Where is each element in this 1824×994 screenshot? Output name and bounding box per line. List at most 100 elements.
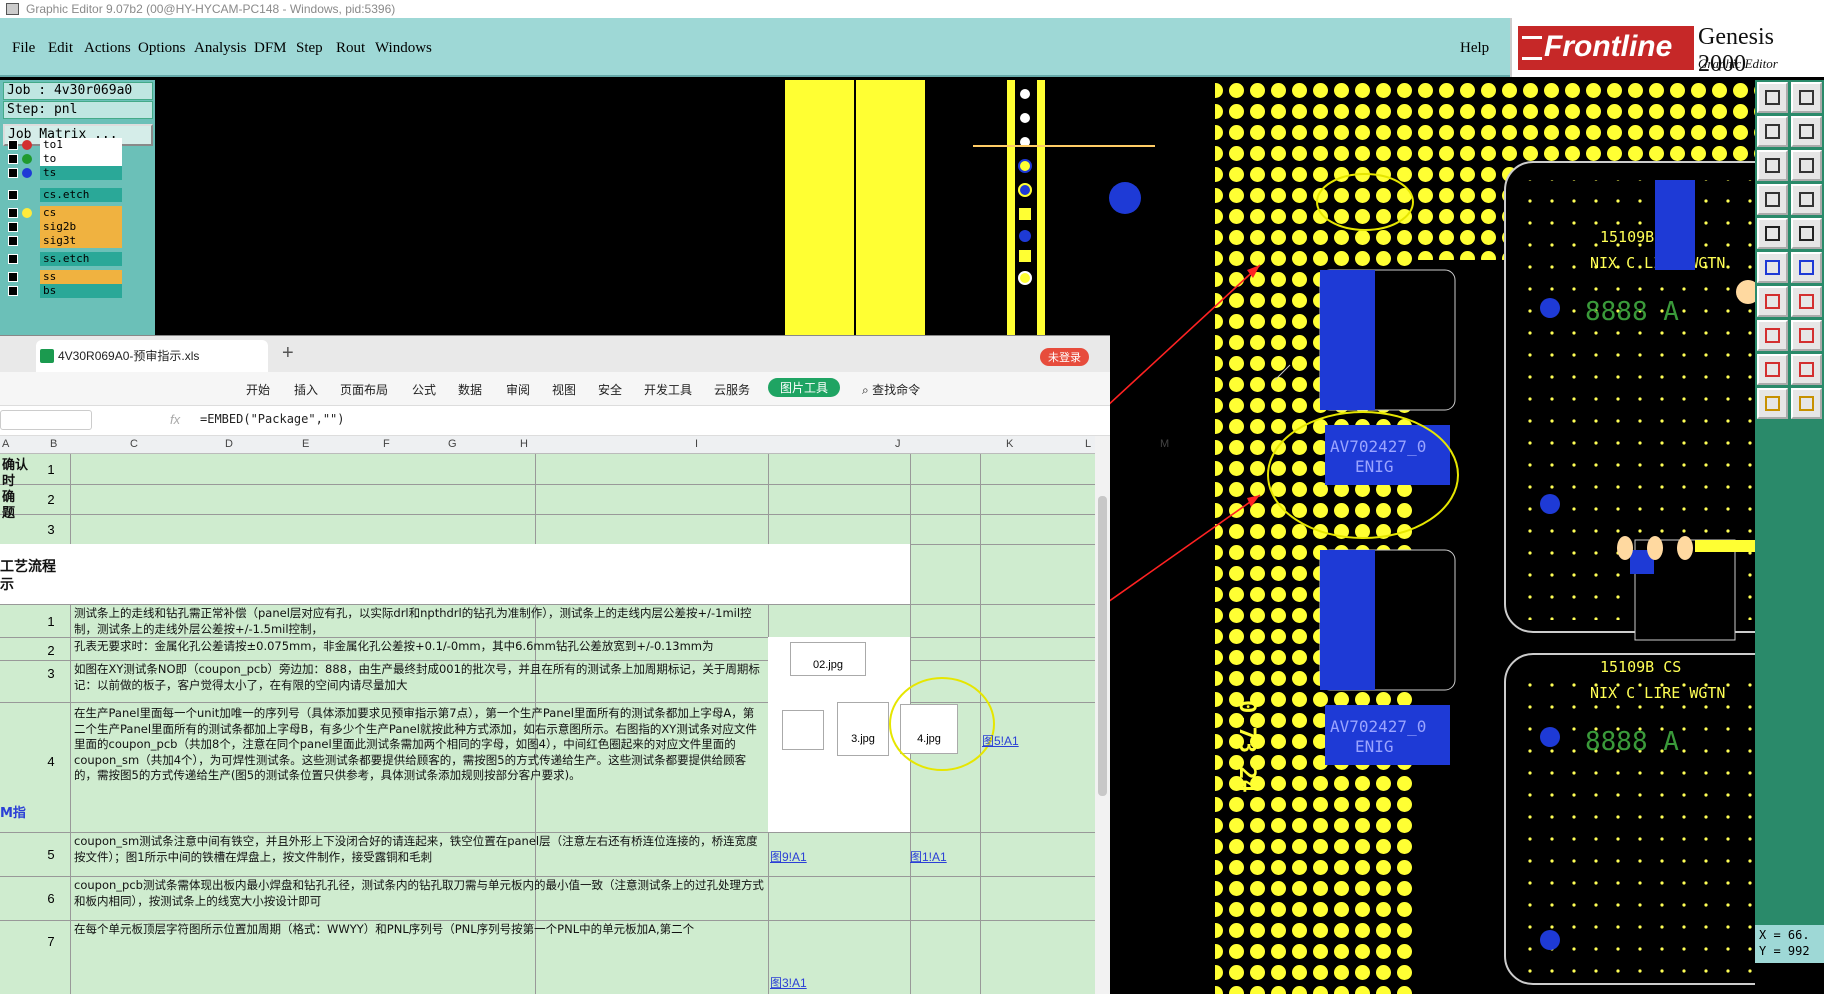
tool-button[interactable]	[1791, 388, 1822, 419]
layer-row-ts[interactable]: ts	[6, 166, 122, 180]
menu-windows[interactable]: Windows	[375, 40, 432, 57]
ribbon-cloud[interactable]: 云服务	[714, 381, 750, 398]
tool-button[interactable]	[1791, 150, 1822, 181]
menu-analysis[interactable]: Analysis	[194, 40, 247, 57]
layer-checkbox[interactable]	[8, 190, 18, 200]
row-number[interactable]: 1	[36, 614, 66, 629]
sheet-grid[interactable]: 确认时确题 工艺流程示 M指 1 2 3 1 测试条上的走线和钻孔需正常补偿（panel…	[0, 454, 1095, 994]
col-header-K[interactable]: K	[1006, 438, 1013, 450]
tool-button[interactable]	[1757, 286, 1788, 317]
col-header-D[interactable]: D	[225, 438, 233, 450]
layer-row-ss-etch[interactable]: ss.etch	[6, 252, 122, 266]
tool-button[interactable]	[1757, 354, 1788, 385]
tool-button[interactable]	[1791, 82, 1822, 113]
tool-button[interactable]	[1791, 218, 1822, 249]
col-header-M[interactable]: M	[1160, 438, 1169, 450]
fx-icon[interactable]: fx	[170, 412, 180, 427]
tool-button[interactable]	[1791, 320, 1822, 351]
row-number[interactable]: 3	[36, 522, 66, 537]
image-thumb-02[interactable]: 02.jpg	[790, 642, 866, 676]
instruction-cell[interactable]: 测试条上的走线和钻孔需正常补偿（panel层对应有孔，以实际drl和npthdr…	[74, 606, 764, 637]
tool-button[interactable]	[1757, 252, 1788, 283]
col-header-B[interactable]: B	[50, 438, 57, 450]
instruction-cell[interactable]: coupon_pcb测试条需体现出板内最小焊盘和钻孔孔径，测试条内的钻孔取刀需与…	[74, 878, 764, 909]
tool-button[interactable]	[1757, 150, 1788, 181]
layer-checkbox[interactable]	[8, 154, 18, 164]
layer-checkbox[interactable]	[8, 222, 18, 232]
xls-document-tab[interactable]: 4V30R069A0-预审指示.xls	[36, 340, 268, 372]
menu-actions[interactable]: Actions	[84, 40, 131, 57]
tool-button[interactable]	[1791, 286, 1822, 317]
layer-row-to[interactable]: to	[6, 152, 122, 166]
col-header-F[interactable]: F	[383, 438, 390, 450]
link-fig9[interactable]: 图9!A1	[770, 848, 807, 865]
ribbon-view[interactable]: 视图	[552, 381, 576, 398]
ribbon-data[interactable]: 数据	[458, 381, 482, 398]
row-number[interactable]: 7	[36, 934, 66, 949]
image-thumb-1[interactable]	[782, 710, 824, 750]
menu-options[interactable]: Options	[138, 40, 186, 57]
layer-checkbox[interactable]	[8, 254, 18, 264]
layer-checkbox[interactable]	[8, 140, 18, 150]
tool-button[interactable]	[1757, 116, 1788, 147]
row-number[interactable]: 2	[36, 492, 66, 507]
vertical-scrollbar[interactable]	[1095, 436, 1110, 994]
name-box[interactable]	[0, 410, 92, 430]
menu-rout[interactable]: Rout	[336, 40, 365, 57]
row-number[interactable]: 6	[36, 891, 66, 906]
tool-button[interactable]	[1791, 184, 1822, 215]
col-header-G[interactable]: G	[448, 438, 457, 450]
menu-file[interactable]: File	[12, 40, 35, 57]
menu-help[interactable]: Help	[1460, 40, 1489, 57]
col-header-A[interactable]: A	[2, 438, 9, 450]
col-header-C[interactable]: C	[130, 438, 138, 450]
login-button[interactable]: 未登录	[1040, 348, 1089, 366]
row-number[interactable]: 1	[36, 462, 66, 477]
instruction-cell[interactable]: 孔表无要求时：金属化孔公差请按±0.075mm，非金属化孔公差按+0.1/-0m…	[74, 639, 764, 655]
row-number[interactable]: 5	[36, 847, 66, 862]
image-thumb-3[interactable]: 3.jpg	[837, 702, 889, 756]
instruction-cell[interactable]: coupon_sm测试条注意中间有铁空，并且外形上下没闭合好的请连起来，铁空位置…	[74, 834, 764, 865]
instruction-cell[interactable]: 在每个单元板顶层字符图所示位置加周期（格式：WWYY）和PNL序列号（PNL序列…	[74, 922, 764, 938]
menu-dfm[interactable]: DFM	[254, 40, 287, 57]
col-header-L[interactable]: L	[1085, 438, 1091, 450]
tool-button[interactable]	[1791, 252, 1822, 283]
tool-button[interactable]	[1791, 354, 1822, 385]
tool-button[interactable]	[1791, 116, 1822, 147]
ribbon-formula[interactable]: 公式	[412, 381, 436, 398]
layer-row-cs-etch[interactable]: cs.etch	[6, 188, 122, 202]
menu-edit[interactable]: Edit	[48, 40, 73, 57]
col-header-H[interactable]: H	[520, 438, 528, 450]
ribbon-picture-tools[interactable]: 图片工具	[768, 378, 841, 397]
scroll-thumb[interactable]	[1098, 496, 1107, 796]
ribbon-dev-tools[interactable]: 开发工具	[644, 381, 692, 398]
instruction-cell[interactable]: 在生产Panel里面每一个unit加唯一的序列号（具体添加要求见预审指示第7点）…	[74, 706, 764, 784]
col-header-I[interactable]: I	[695, 438, 698, 450]
link-fig3[interactable]: 图3!A1	[770, 974, 807, 991]
instruction-cell[interactable]: 如图在XY测试条NO即（coupon_pcb）旁边加：888，由生产最终封成00…	[74, 662, 764, 693]
ribbon-home[interactable]: 开始	[246, 381, 270, 398]
col-header-E[interactable]: E	[302, 438, 309, 450]
layer-checkbox[interactable]	[8, 208, 18, 218]
layer-checkbox[interactable]	[8, 272, 18, 282]
new-tab-icon[interactable]: +	[282, 342, 294, 365]
ribbon-page-layout[interactable]: 页面布局	[340, 381, 388, 398]
link-fig5[interactable]: 图5!A1	[982, 732, 1019, 749]
tool-button[interactable]	[1757, 218, 1788, 249]
row-number[interactable]: 4	[36, 754, 66, 769]
layer-row-sig2b[interactable]: sig2b	[6, 220, 122, 234]
layer-checkbox[interactable]	[8, 286, 18, 296]
row-number[interactable]: 3	[36, 666, 66, 681]
layer-row-to1[interactable]: to1	[6, 138, 122, 152]
layer-row-bs[interactable]: bs	[6, 284, 122, 298]
tool-button[interactable]	[1757, 320, 1788, 351]
menu-step[interactable]: Step	[296, 40, 323, 57]
ribbon-insert[interactable]: 插入	[294, 381, 318, 398]
tool-button[interactable]	[1757, 184, 1788, 215]
ribbon-review[interactable]: 审阅	[506, 381, 530, 398]
layer-row-sig3t[interactable]: sig3t	[6, 234, 122, 248]
col-header-J[interactable]: J	[895, 438, 901, 450]
layer-checkbox[interactable]	[8, 236, 18, 246]
layer-row-ss[interactable]: ss	[6, 270, 122, 284]
search-command[interactable]: ⌕ 查找命令	[862, 381, 920, 398]
